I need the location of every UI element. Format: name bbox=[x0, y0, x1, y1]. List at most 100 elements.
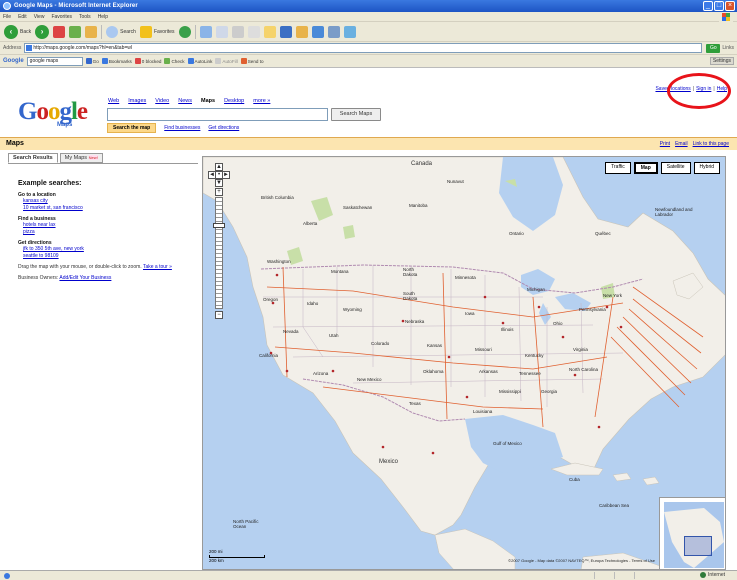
forward-icon[interactable]: › bbox=[35, 24, 50, 39]
media-icon[interactable] bbox=[178, 25, 191, 38]
traffic-button[interactable]: Traffic bbox=[605, 162, 631, 174]
nav-news[interactable]: News bbox=[178, 98, 192, 104]
messenger-icon[interactable] bbox=[279, 25, 292, 38]
menu-view[interactable]: View bbox=[34, 14, 45, 20]
maximize-icon[interactable]: □ bbox=[714, 1, 724, 11]
note-icon[interactable] bbox=[343, 25, 356, 38]
menu-edit[interactable]: Edit bbox=[18, 14, 27, 20]
link-to-page-link[interactable]: Link to this page bbox=[693, 141, 729, 147]
google-maps-logo[interactable]: Google bbox=[18, 99, 88, 124]
google-toolbar-send-to[interactable]: Send to bbox=[240, 58, 264, 64]
search-icon[interactable] bbox=[106, 25, 119, 38]
google-toolbar-bookmarks[interactable]: Bookmarks bbox=[101, 58, 132, 64]
nav-web[interactable]: Web bbox=[108, 98, 119, 104]
example-link-kansas-city[interactable]: kansas city bbox=[23, 198, 193, 205]
print-link[interactable]: Print bbox=[660, 141, 670, 147]
logo-subtitle: Maps bbox=[57, 122, 73, 128]
google-toolbar-search-input[interactable]: google maps bbox=[26, 56, 83, 66]
edit-icon[interactable] bbox=[247, 25, 260, 38]
example-searches-panel: Example searches: Go to a location kansa… bbox=[18, 180, 193, 282]
history-icon[interactable] bbox=[199, 25, 212, 38]
label-saskatchewan: Saskatchewan bbox=[343, 205, 373, 210]
satellite-button[interactable]: Satellite bbox=[660, 162, 691, 174]
nav-images[interactable]: Images bbox=[128, 98, 146, 104]
print-icon[interactable] bbox=[231, 25, 244, 38]
example-link-hotels[interactable]: hotels near lax bbox=[23, 222, 193, 229]
status-bar: Internet bbox=[0, 570, 737, 580]
links-label[interactable]: Links bbox=[722, 45, 734, 51]
example-link-jfk[interactable]: jfk to 350 5th ave, new york bbox=[23, 246, 193, 253]
folder-icon[interactable] bbox=[263, 25, 276, 38]
menu-favorites[interactable]: Favorites bbox=[51, 14, 72, 20]
google-toolbar-logo[interactable]: Google bbox=[3, 58, 24, 64]
research-icon[interactable] bbox=[295, 25, 308, 38]
label-oklahoma: Oklahoma bbox=[423, 369, 444, 374]
google-toolbar-settings[interactable]: Settings bbox=[709, 57, 734, 65]
label-canada: Canada bbox=[411, 161, 433, 167]
menu-file[interactable]: File bbox=[3, 14, 11, 20]
mail-icon[interactable] bbox=[215, 25, 228, 38]
map-canvas[interactable]: Canada Nunavut British Columbia Alberta … bbox=[202, 156, 726, 570]
maps-search-input[interactable] bbox=[107, 108, 328, 121]
take-tour-link[interactable]: Take a tour » bbox=[143, 264, 172, 270]
home-icon[interactable] bbox=[85, 25, 98, 38]
nav-desktop[interactable]: Desktop bbox=[224, 98, 244, 104]
map-button[interactable]: Map bbox=[633, 162, 658, 174]
menu-help[interactable]: Help bbox=[98, 14, 108, 20]
menu-tools[interactable]: Tools bbox=[79, 14, 91, 20]
pan-down-icon[interactable]: ▼ bbox=[215, 179, 223, 187]
back-label[interactable]: Back bbox=[20, 29, 31, 35]
overview-map[interactable] bbox=[659, 497, 725, 569]
google-toolbar-check[interactable]: Check bbox=[164, 58, 185, 64]
email-link[interactable]: Email bbox=[675, 141, 688, 147]
discuss-icon[interactable] bbox=[311, 25, 324, 38]
zoom-slider-handle[interactable] bbox=[213, 223, 225, 228]
label-caribbean-sea: Caribbean Sea bbox=[599, 503, 630, 508]
label-mexico: Mexico bbox=[379, 459, 399, 465]
tab-get-directions[interactable]: Get directions bbox=[208, 125, 239, 131]
tab-my-maps[interactable]: My Maps New! bbox=[59, 153, 103, 163]
close-icon[interactable]: × bbox=[725, 1, 735, 11]
business-owners-line: Business Owners: Add/Edit Your Business bbox=[18, 275, 112, 281]
stop-icon[interactable] bbox=[53, 25, 66, 38]
example-link-market-st[interactable]: 10 market st, san francisco bbox=[23, 205, 193, 212]
zoom-out-icon[interactable]: − bbox=[215, 311, 223, 319]
label-colorado: Colorado bbox=[371, 341, 390, 346]
favorites-icon[interactable] bbox=[139, 25, 152, 38]
nav-more[interactable]: more » bbox=[253, 98, 270, 104]
search-label[interactable]: Search bbox=[120, 29, 136, 35]
example-link-seattle[interactable]: seattle to 98109 bbox=[23, 253, 193, 260]
label-ohio: Ohio bbox=[553, 321, 563, 326]
pan-up-icon[interactable]: ▲ bbox=[215, 163, 223, 171]
go-button[interactable]: Go bbox=[706, 43, 721, 53]
label-mississippi: Mississippi bbox=[499, 389, 521, 394]
label-manitoba: Manitoba bbox=[409, 203, 428, 208]
product-nav: Web Images Video News Maps Desktop more … bbox=[108, 98, 270, 104]
tab-search-results[interactable]: Search Results bbox=[8, 153, 58, 163]
map-type-controls: Traffic Map Satellite Hybrid bbox=[605, 162, 720, 174]
tools-icon[interactable] bbox=[327, 25, 340, 38]
overview-viewport[interactable] bbox=[684, 536, 712, 556]
google-toolbar-go[interactable]: Go bbox=[85, 58, 99, 64]
address-input[interactable]: http://maps.google.com/maps?hl=en&tab=wl bbox=[24, 43, 703, 53]
example-link-pizza[interactable]: pizza bbox=[23, 229, 193, 236]
ie-icon bbox=[3, 2, 11, 10]
google-toolbar-popup-blocker[interactable]: 0 blocked bbox=[134, 58, 161, 64]
hybrid-button[interactable]: Hybrid bbox=[693, 162, 720, 174]
nav-video[interactable]: Video bbox=[155, 98, 169, 104]
favorites-label[interactable]: Favorites bbox=[154, 29, 175, 35]
label-gulf-of-mexico: Gulf of Mexico bbox=[493, 441, 522, 446]
refresh-icon[interactable] bbox=[69, 25, 82, 38]
back-icon[interactable]: ‹ bbox=[4, 24, 18, 39]
google-toolbar-autofill[interactable]: AutoFill bbox=[215, 58, 238, 64]
minimize-icon[interactable]: _ bbox=[703, 1, 713, 11]
scale-bar: 200 mi 200 km bbox=[209, 549, 265, 563]
google-toolbar-autolink[interactable]: AutoLink bbox=[187, 58, 212, 64]
tab-find-businesses[interactable]: Find businesses bbox=[164, 125, 200, 131]
tab-search-the-map[interactable]: Search the map bbox=[107, 123, 157, 133]
zoom-slider[interactable] bbox=[215, 197, 223, 309]
pan-right-icon[interactable]: ► bbox=[222, 171, 230, 179]
add-edit-business-link[interactable]: Add/Edit Your Business bbox=[59, 275, 111, 281]
zoom-in-icon[interactable]: + bbox=[215, 188, 223, 196]
search-maps-button[interactable]: Search Maps bbox=[331, 108, 381, 121]
